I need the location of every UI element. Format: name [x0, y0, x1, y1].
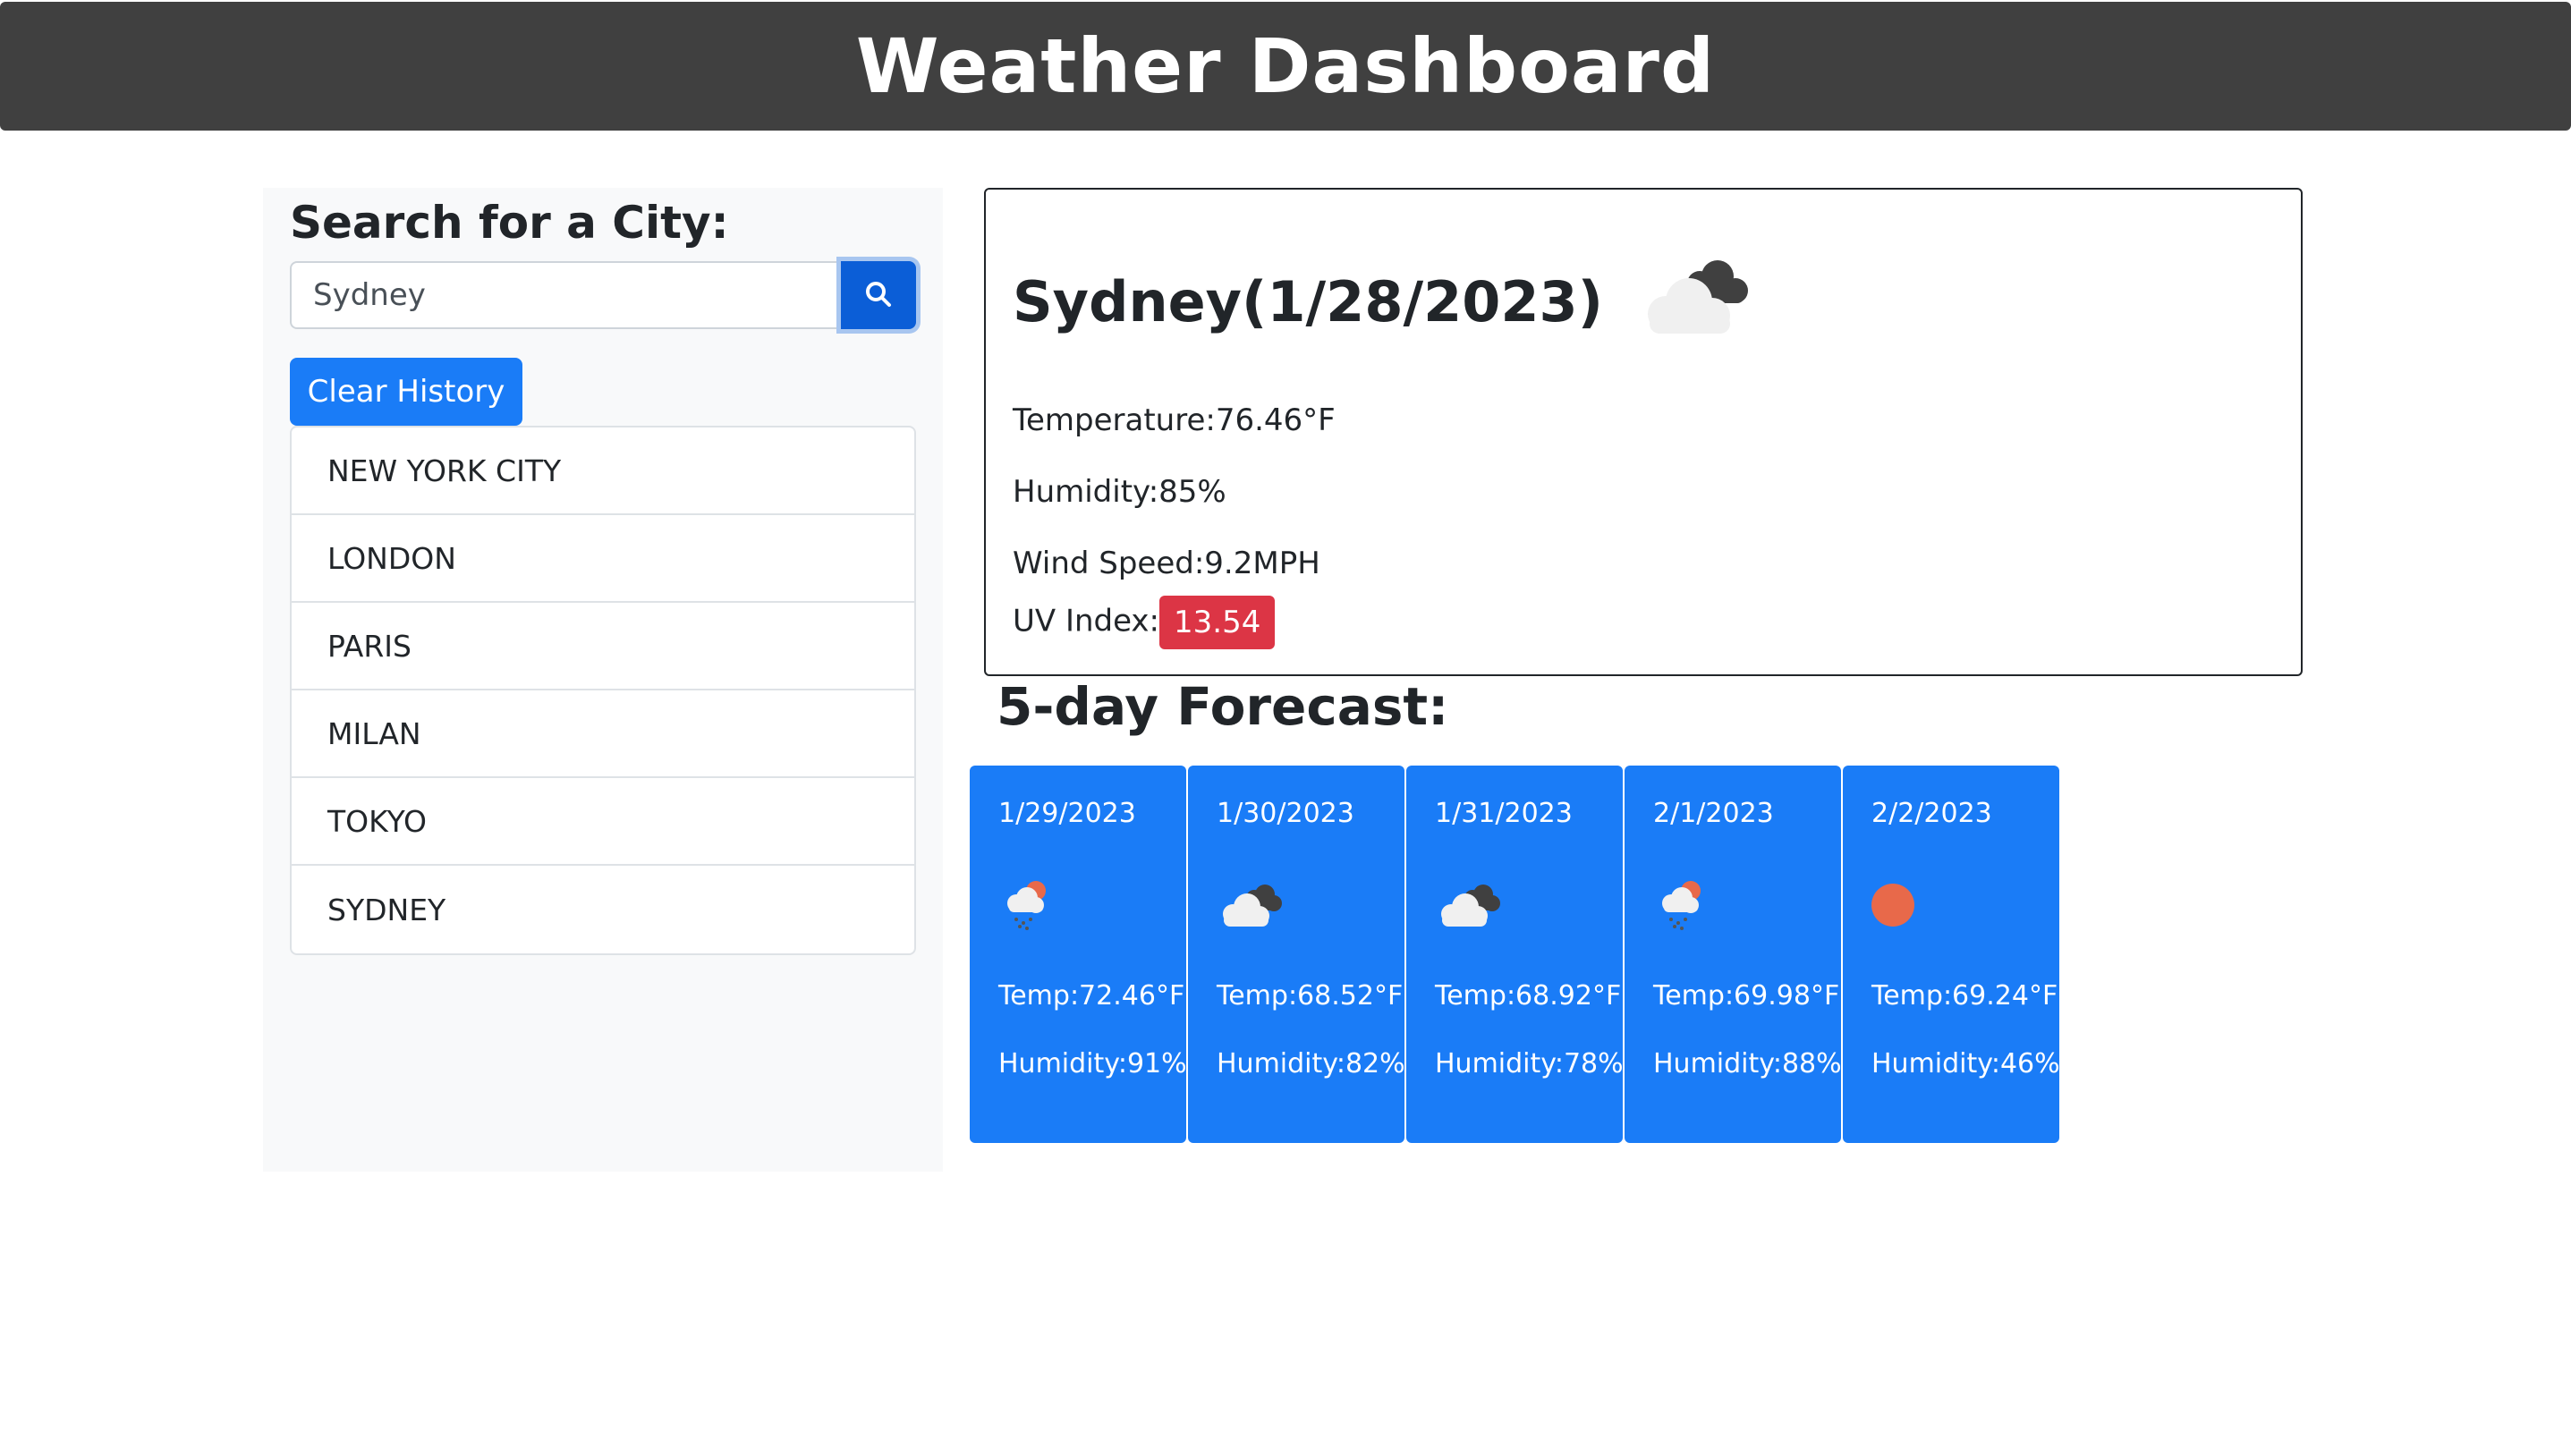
- app-header: Weather Dashboard: [0, 2, 2571, 131]
- forecast-temp: Temp:68.52°F: [1217, 980, 1404, 1012]
- search-history-list: NEW YORK CITY LONDON PARIS MILAN TOKYO S…: [290, 426, 916, 955]
- current-temperature: Temperature:76.46°F: [1013, 402, 1336, 438]
- history-item[interactable]: NEW YORK CITY: [292, 427, 914, 515]
- current-title-row: Sydney(1/28/2023): [1013, 243, 1764, 360]
- uv-index-label: UV Index:: [1013, 603, 1160, 639]
- forecast-row: 1/29/2023 Temp:72.46°F Humidity:91% 1/30…: [970, 766, 2061, 1145]
- rain-sun-icon: [1651, 873, 1716, 941]
- search-input[interactable]: [290, 261, 841, 329]
- forecast-date: 2/1/2023: [1653, 798, 1774, 829]
- current-weather-card: Sydney(1/28/2023) Temperature:76.46°F Hu…: [984, 188, 2303, 676]
- sun-icon: [1870, 873, 1934, 941]
- forecast-temp: Temp:72.46°F: [998, 980, 1185, 1012]
- forecast-temp: Temp:69.98°F: [1653, 980, 1840, 1012]
- cloudy-icon: [1433, 873, 1505, 941]
- history-item[interactable]: MILAN: [292, 690, 914, 778]
- history-item[interactable]: SYDNEY: [292, 866, 914, 953]
- forecast-temp: Temp:69.24°F: [1871, 980, 2058, 1012]
- rain-sun-icon: [997, 873, 1061, 941]
- history-item[interactable]: LONDON: [292, 515, 914, 603]
- page-title: Weather Dashboard: [855, 22, 1716, 110]
- forecast-date: 1/29/2023: [998, 798, 1136, 829]
- forecast-card: 1/30/2023 Temp:68.52°F Humidity:82%: [1188, 766, 1405, 1143]
- history-item[interactable]: PARIS: [292, 603, 914, 690]
- forecast-humidity: Humidity:78%: [1435, 1048, 1624, 1079]
- forecast-card: 1/31/2023 Temp:68.92°F Humidity:78%: [1406, 766, 1624, 1143]
- search-sidebar: Search for a City: Clear History NEW YOR…: [263, 188, 943, 1172]
- search-button[interactable]: [841, 261, 916, 329]
- forecast-title: 5-day Forecast:: [997, 676, 1449, 737]
- current-uv-row: UV Index: 13.54: [1013, 596, 1276, 649]
- uv-index-badge: 13.54: [1159, 596, 1276, 649]
- current-city-title: Sydney(1/28/2023): [1013, 268, 1603, 334]
- current-wind-speed: Wind Speed:9.2MPH: [1013, 546, 1320, 581]
- forecast-temp: Temp:68.92°F: [1435, 980, 1622, 1012]
- forecast-card: 2/2/2023 Temp:69.24°F Humidity:46%: [1843, 766, 2060, 1143]
- forecast-humidity: Humidity:91%: [998, 1048, 1187, 1079]
- current-humidity: Humidity:85%: [1013, 474, 1226, 510]
- forecast-date: 1/31/2023: [1435, 798, 1573, 829]
- clear-history-button[interactable]: Clear History: [290, 358, 522, 426]
- search-icon: [864, 280, 893, 311]
- cloudy-icon: [1630, 255, 1764, 348]
- history-item[interactable]: TOKYO: [292, 778, 914, 866]
- search-title: Search for a City:: [290, 197, 729, 249]
- forecast-humidity: Humidity:46%: [1871, 1048, 2060, 1079]
- forecast-humidity: Humidity:88%: [1653, 1048, 1842, 1079]
- forecast-date: 2/2/2023: [1871, 798, 1992, 829]
- search-row: [290, 261, 916, 329]
- forecast-card: 1/29/2023 Temp:72.46°F Humidity:91%: [970, 766, 1187, 1143]
- forecast-card: 2/1/2023 Temp:69.98°F Humidity:88%: [1625, 766, 1842, 1143]
- forecast-date: 1/30/2023: [1217, 798, 1354, 829]
- cloudy-icon: [1215, 873, 1286, 941]
- forecast-humidity: Humidity:82%: [1217, 1048, 1405, 1079]
